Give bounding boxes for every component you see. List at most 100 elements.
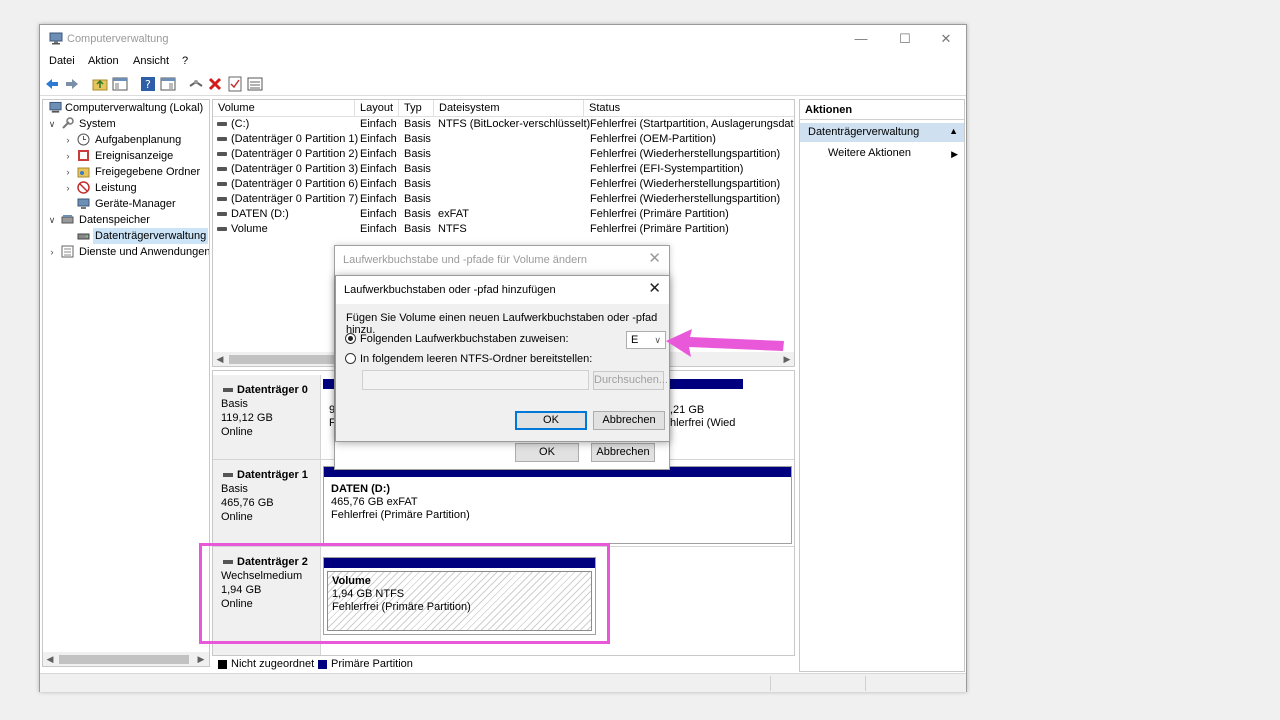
menu-bar: Datei Aktion Ansicht ?: [40, 53, 966, 71]
close-icon[interactable]: ✕: [648, 279, 661, 297]
dialog-title: Laufwerkbuchstaben oder -pfad hinzufügen: [344, 284, 556, 296]
submenu-arrow-icon[interactable]: ▶: [951, 149, 958, 160]
window-title: Computerverwaltung: [67, 33, 169, 45]
maximize-button[interactable]: ☐: [890, 29, 920, 49]
collapsed-chevron-icon[interactable]: ›: [63, 132, 73, 148]
column-header-volume[interactable]: Volume: [213, 100, 355, 117]
delete-icon[interactable]: [207, 76, 223, 92]
option-assign-letter-label[interactable]: Folgenden Laufwerkbuchstaben zuweisen:: [360, 333, 569, 345]
table-row[interactable]: (Datenträger 0 Partition 1) Einfach Basi…: [213, 132, 794, 147]
collapsed-chevron-icon[interactable]: ›: [63, 148, 73, 164]
table-row[interactable]: Volume Einfach Basis NTFS Fehlerfrei (Pr…: [213, 222, 794, 237]
disk-info: Datenträger 0 Basis 119,12 GB Online: [213, 375, 321, 459]
collapse-up-icon[interactable]: ▲: [949, 126, 958, 136]
close-button[interactable]: ✕: [931, 29, 961, 49]
folder-up-icon[interactable]: [92, 76, 108, 92]
legend-unallocated-swatch: [218, 660, 227, 669]
help-icon[interactable]: ?: [140, 76, 156, 92]
collapsed-chevron-icon[interactable]: ›: [63, 180, 73, 196]
partition-daten[interactable]: DATEN (D:) 465,76 GB exFAT Fehlerfrei (P…: [323, 466, 792, 544]
disk-1[interactable]: Datenträger 1 Basis 465,76 GB Online DAT…: [213, 459, 794, 545]
dialog-title: Laufwerkbuchstabe und -pfade für Volume …: [343, 254, 587, 266]
toolbar: ?: [40, 72, 966, 96]
column-header-status[interactable]: Status: [584, 100, 794, 117]
legend-primary-swatch: [318, 660, 327, 669]
table-row[interactable]: (Datenträger 0 Partition 7) Einfach Basi…: [213, 192, 794, 207]
services-icon: [61, 245, 74, 258]
storage-icon: [61, 215, 74, 224]
drive-letter-select[interactable]: E ∨: [626, 331, 666, 349]
ok-button[interactable]: OK: [515, 411, 587, 430]
device-manager-icon: [77, 198, 90, 209]
highlight-annotation: [199, 543, 610, 644]
drive-icon: [217, 182, 227, 186]
option-mount-folder-label[interactable]: In folgendem leeren NTFS-Ordner bereitst…: [360, 353, 592, 365]
close-icon[interactable]: ✕: [648, 249, 661, 267]
table-row[interactable]: (Datenträger 0 Partition 2) Einfach Basi…: [213, 147, 794, 162]
partition-legend: Nicht zugeordnet Primäre Partition: [212, 656, 795, 672]
event-viewer-icon: [78, 150, 89, 161]
tree-horizontal-scrollbar[interactable]: ◀ ▶: [43, 652, 209, 666]
actions-header: Aktionen: [800, 100, 964, 120]
performance-icon: [77, 181, 90, 194]
back-arrow-icon[interactable]: [44, 76, 60, 92]
actions-section-datentraegerverwaltung[interactable]: Datenträgerverwaltung ▲: [800, 123, 964, 142]
drive-icon: [217, 197, 227, 201]
clock-icon: [77, 133, 90, 146]
scrollbar-thumb[interactable]: [229, 355, 339, 364]
radio-assign-letter[interactable]: [345, 333, 356, 344]
properties-pane-icon[interactable]: [160, 76, 176, 92]
scroll-left-icon[interactable]: ◀: [44, 652, 56, 666]
radio-mount-folder[interactable]: [345, 353, 356, 364]
drive-icon: [217, 137, 227, 141]
column-header-typ[interactable]: Typ: [399, 100, 434, 117]
folder-path-input[interactable]: [362, 370, 589, 390]
shared-folder-icon: [77, 167, 90, 178]
drive-icon: [217, 167, 227, 171]
menu-aktion[interactable]: Aktion: [88, 55, 119, 67]
checklist-icon[interactable]: [227, 76, 243, 92]
cancel-button[interactable]: Abbrechen: [591, 443, 655, 462]
table-row[interactable]: (C:) Einfach Basis NTFS (BitLocker-versc…: [213, 117, 794, 132]
column-header-dateisystem[interactable]: Dateisystem: [434, 100, 584, 117]
computer-management-icon: [49, 32, 63, 45]
expanded-chevron-icon[interactable]: ∨: [47, 116, 57, 132]
menu-ansicht[interactable]: Ansicht: [133, 55, 169, 67]
svg-text:?: ?: [145, 78, 151, 91]
status-bar: [40, 673, 966, 692]
add-drive-letter-dialog: Laufwerkbuchstaben oder -pfad hinzufügen…: [335, 275, 670, 442]
pointer-arrow-annotation: [666, 329, 784, 357]
list-view-icon[interactable]: [247, 76, 263, 92]
forward-arrow-icon[interactable]: [64, 76, 80, 92]
collapsed-chevron-icon[interactable]: ›: [63, 164, 73, 180]
console-tree-icon[interactable]: [112, 76, 128, 92]
weitere-aktionen-item[interactable]: Weitere Aktionen: [828, 147, 911, 159]
drive-icon: [217, 227, 227, 231]
scrollbar-thumb[interactable]: [59, 655, 189, 664]
table-row[interactable]: (Datenträger 0 Partition 3) Einfach Basi…: [213, 162, 794, 177]
scroll-left-icon[interactable]: ◀: [214, 352, 226, 366]
dialog-title-bar: Laufwerkbuchstaben oder -pfad hinzufügen…: [336, 276, 669, 304]
drive-icon: [217, 152, 227, 156]
ok-button[interactable]: OK: [515, 443, 579, 462]
table-row[interactable]: (Datenträger 0 Partition 6) Einfach Basi…: [213, 177, 794, 192]
title-bar: Computerverwaltung — ☐ ✕: [40, 25, 966, 53]
chevron-down-icon: ∨: [654, 335, 661, 345]
connect-icon[interactable]: [188, 76, 204, 92]
computer-management-icon: [49, 101, 62, 113]
table-row[interactable]: DATEN (D:) Einfach Basis exFAT Fehlerfre…: [213, 207, 794, 222]
drive-icon: [217, 212, 227, 216]
minimize-button[interactable]: —: [846, 29, 876, 49]
browse-button[interactable]: Durchsuchen...: [593, 371, 668, 390]
cancel-button[interactable]: Abbrechen: [593, 411, 665, 430]
disk-management-icon: [77, 233, 90, 240]
scroll-right-icon[interactable]: ▶: [195, 652, 207, 666]
menu-help[interactable]: ?: [182, 55, 188, 67]
disk-info: Datenträger 1 Basis 465,76 GB Online: [213, 460, 321, 545]
expanded-chevron-icon[interactable]: ∨: [47, 212, 57, 228]
navigation-tree: Computerverwaltung (Lokal) ∨ System › Au…: [42, 99, 210, 667]
actions-pane: Aktionen Datenträgerverwaltung ▲ Weitere…: [799, 99, 965, 672]
column-header-layout[interactable]: Layout: [355, 100, 399, 117]
menu-datei[interactable]: Datei: [49, 55, 75, 67]
collapsed-chevron-icon[interactable]: ›: [47, 244, 57, 260]
